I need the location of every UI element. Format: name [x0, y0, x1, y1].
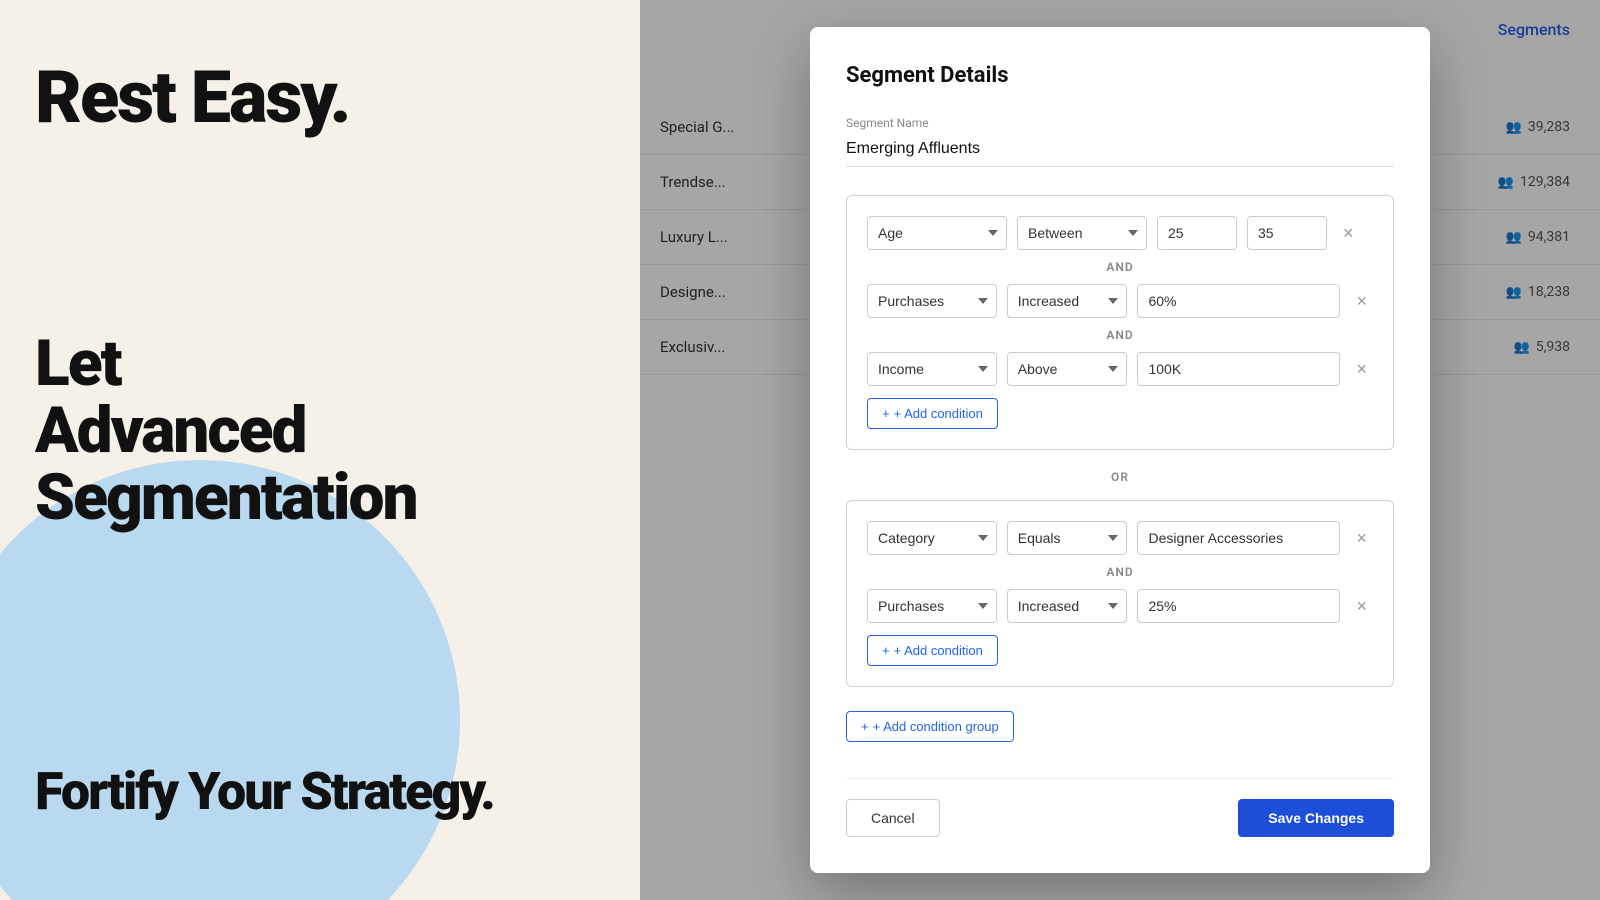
- operator-select-increased-2[interactable]: Increased Decreased Equals Above: [1007, 589, 1128, 623]
- add-group-label: + Add condition group: [873, 719, 999, 734]
- add-condition-label-2: + Add condition: [894, 643, 983, 658]
- remove-condition-5[interactable]: ×: [1350, 595, 1373, 617]
- field-select-category[interactable]: Category Age Purchases Income: [867, 521, 997, 555]
- add-condition-btn-1[interactable]: + + Add condition: [867, 398, 998, 429]
- remove-condition-4[interactable]: ×: [1350, 527, 1373, 549]
- operator-select-between[interactable]: Between Above Below Equals: [1017, 216, 1147, 250]
- operator-select-equals[interactable]: Equals Above Below Between: [1007, 521, 1128, 555]
- add-condition-btn-2[interactable]: + + Add condition: [867, 635, 998, 666]
- segment-details-modal: Segment Details Segment Name Age Purchas…: [810, 27, 1430, 873]
- range-to-input-1[interactable]: [1247, 216, 1327, 250]
- left-panel: Rest Easy. LetAdvancedSegmentation Forti…: [0, 0, 640, 900]
- and-label-2: AND: [867, 328, 1373, 342]
- plus-icon-1: +: [882, 406, 890, 421]
- remove-condition-2[interactable]: ×: [1350, 290, 1373, 312]
- subheadline-text: LetAdvancedSegmentation: [35, 330, 417, 532]
- value-input-4[interactable]: [1137, 521, 1340, 555]
- headline-text: Rest Easy.: [35, 60, 349, 136]
- cancel-button[interactable]: Cancel: [846, 799, 940, 837]
- value-input-2[interactable]: [1137, 284, 1340, 318]
- right-panel: Segments Special G... 👥 39,283 Trendse..…: [640, 0, 1600, 900]
- value-input-3[interactable]: [1137, 352, 1340, 386]
- footer-text: Fortify Your Strategy.: [35, 765, 494, 820]
- condition-row-1: Age Purchases Income Category Between Ab…: [867, 216, 1373, 250]
- field-select-purchases-1[interactable]: Purchases Age Income Category: [867, 284, 997, 318]
- range-from-input-1[interactable]: [1157, 216, 1237, 250]
- value-input-5[interactable]: [1137, 589, 1340, 623]
- operator-select-above[interactable]: Above Below Equals: [1007, 352, 1128, 386]
- remove-condition-3[interactable]: ×: [1350, 358, 1373, 380]
- field-select-income[interactable]: Income Age Purchases Category: [867, 352, 997, 386]
- add-condition-group-btn[interactable]: + + Add condition group: [846, 711, 1014, 742]
- condition-row-2: Purchases Age Income Category Increased …: [867, 284, 1373, 318]
- operator-select-increased-1[interactable]: Increased Decreased Equals Above: [1007, 284, 1128, 318]
- condition-row-5: Purchases Age Income Category Increased …: [867, 589, 1373, 623]
- or-separator: OR: [846, 470, 1394, 484]
- modal-overlay: Segment Details Segment Name Age Purchas…: [640, 0, 1600, 900]
- and-label-3: AND: [867, 565, 1373, 579]
- condition-row-3: Income Age Purchases Category Above Belo…: [867, 352, 1373, 386]
- modal-title: Segment Details: [846, 63, 1394, 88]
- remove-condition-1[interactable]: ×: [1337, 222, 1360, 244]
- condition-group-2: Category Age Purchases Income Equals Abo…: [846, 500, 1394, 687]
- condition-group-1: Age Purchases Income Category Between Ab…: [846, 195, 1394, 450]
- segment-name-input[interactable]: [846, 136, 1394, 167]
- save-changes-button[interactable]: Save Changes: [1238, 799, 1394, 837]
- modal-footer: Cancel Save Changes: [846, 778, 1394, 837]
- field-select-age[interactable]: Age Purchases Income Category: [867, 216, 1007, 250]
- and-label-1: AND: [867, 260, 1373, 274]
- segment-name-label: Segment Name: [846, 116, 1394, 130]
- condition-row-4: Category Age Purchases Income Equals Abo…: [867, 521, 1373, 555]
- field-select-purchases-2[interactable]: Purchases Age Income Category: [867, 589, 997, 623]
- plus-icon-2: +: [882, 643, 890, 658]
- plus-icon-group: +: [861, 719, 869, 734]
- add-condition-label-1: + Add condition: [894, 406, 983, 421]
